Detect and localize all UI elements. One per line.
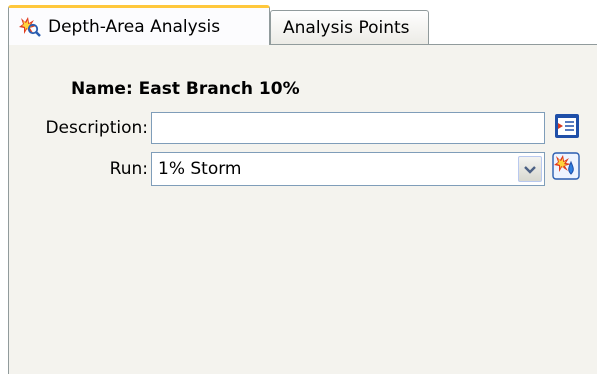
description-field[interactable] [151,112,545,144]
tab-label: Analysis Points [283,17,410,38]
name-label: Name: [71,79,133,99]
chevron-down-icon [524,159,536,179]
tab-depth-area-analysis[interactable]: Depth-Area Analysis [8,5,270,45]
run-label: Run: [109,159,148,179]
description-label: Description: [45,118,148,138]
run-value: 1% Storm [158,159,242,179]
run-dropdown-button[interactable] [518,156,542,182]
name-row: Name: East Branch 10% [71,79,300,99]
tab-analysis-points[interactable]: Analysis Points [270,10,429,44]
run-select[interactable]: 1% Storm [151,152,545,186]
depth-area-analysis-panel: Name: East Branch 10% Description: Run: … [8,44,597,374]
tab-label: Depth-Area Analysis [48,16,221,37]
compute-run-button[interactable] [552,151,580,185]
name-value: East Branch 10% [138,79,300,99]
edit-description-button[interactable] [553,113,581,144]
edit-description-icon [554,113,580,144]
compute-run-icon [552,151,580,185]
depth-area-analysis-icon [18,16,42,38]
